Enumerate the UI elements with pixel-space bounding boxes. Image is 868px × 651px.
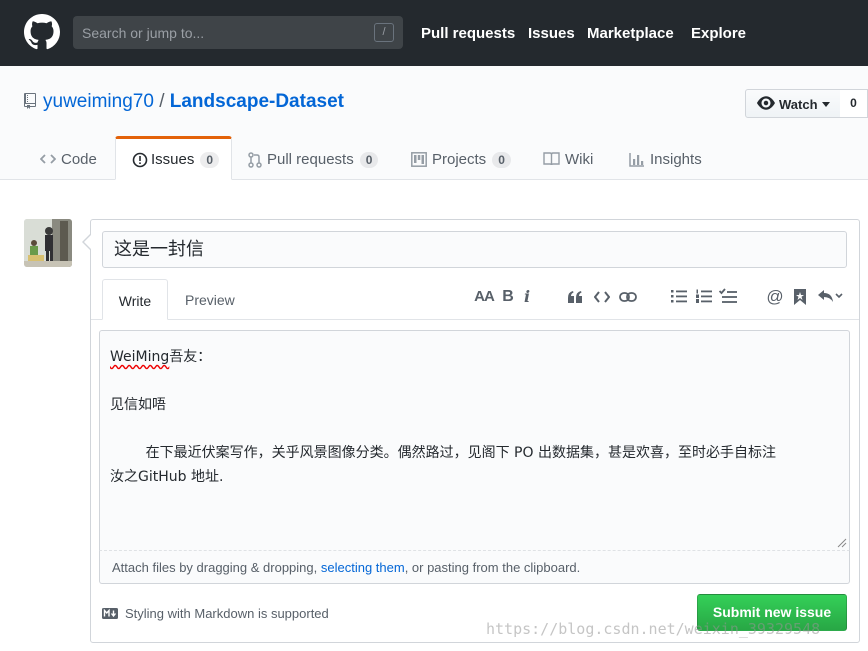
reply-icon[interactable]	[817, 289, 843, 304]
avatar[interactable]	[24, 219, 72, 267]
book-icon	[543, 152, 560, 166]
graph-icon	[629, 153, 644, 167]
eye-icon	[757, 96, 775, 110]
misspelled-word: WeiMing	[110, 349, 170, 365]
attach-suffix: , or pasting from the clipboard.	[404, 560, 581, 575]
mention-button[interactable]: @	[766, 287, 784, 307]
tab-wiki-label: Wiki	[565, 151, 594, 168]
repo-title: yuweiming70 / Landscape-Dataset	[43, 91, 344, 113]
watch-label: Watch	[779, 97, 818, 112]
code-icon[interactable]	[594, 291, 610, 303]
avatar-image	[24, 219, 72, 267]
quote-icon[interactable]	[567, 290, 583, 304]
nav-issues[interactable]: Issues	[528, 25, 575, 42]
github-logo-icon[interactable]	[24, 14, 60, 50]
bold-button[interactable]: B	[500, 287, 516, 307]
tab-pull-requests-count: 0	[359, 152, 379, 168]
tab-insights-label: Insights	[650, 151, 702, 168]
search-shortcut-key: /	[374, 23, 394, 42]
italic-button[interactable]: i	[520, 287, 534, 307]
link-icon[interactable]	[619, 291, 637, 303]
tab-projects[interactable]: Projects 0	[411, 136, 521, 180]
project-icon	[411, 152, 427, 167]
tab-issues[interactable]: Issues 0	[115, 136, 232, 180]
body-line-1: WeiMing吾友：	[110, 349, 212, 365]
resize-handle-icon[interactable]	[837, 538, 847, 548]
nav-marketplace[interactable]: Marketplace	[587, 25, 674, 42]
markdown-icon	[102, 608, 118, 619]
watermark: https://blog.csdn.net/weixin_39329548	[486, 620, 821, 638]
attach-files-dropzone[interactable]: Attach files by dragging & dropping, sel…	[99, 551, 850, 584]
repo-icon	[24, 93, 36, 109]
code-icon	[40, 154, 56, 164]
chevron-down-icon	[822, 102, 830, 107]
tab-pull-requests[interactable]: Pull requests 0	[248, 136, 388, 180]
tab-projects-count: 0	[492, 152, 511, 168]
issue-opened-icon	[132, 152, 148, 168]
repo-owner-link[interactable]: yuweiming70	[43, 91, 154, 112]
search-placeholder: Search or jump to...	[82, 25, 205, 41]
body-line-5: 在下最近伏案写作，关乎风景图像分类。偶然路过，见阁下 PO 出数据集，甚是欢喜，…	[110, 445, 776, 461]
bookmark-icon[interactable]	[794, 289, 806, 305]
nav-explore[interactable]: Explore	[691, 25, 746, 42]
pull-request-icon	[248, 152, 262, 168]
watch-count[interactable]: 0	[840, 89, 868, 118]
watch-button[interactable]: Watch	[745, 89, 841, 118]
ordered-list-icon[interactable]	[696, 289, 712, 304]
tab-wiki[interactable]: Wiki	[543, 136, 613, 180]
header-text-button[interactable]: AA	[473, 287, 495, 307]
select-files-link[interactable]: selecting them	[321, 560, 405, 575]
attach-prefix: Attach files by dragging & dropping,	[112, 560, 321, 575]
repo-name-link[interactable]: Landscape-Dataset	[170, 91, 344, 112]
tab-issues-label: Issues 0	[151, 151, 220, 168]
tab-write[interactable]: Write	[102, 279, 168, 320]
task-list-icon[interactable]	[719, 288, 737, 304]
markdown-note-link[interactable]: Styling with Markdown is supported	[125, 606, 329, 621]
repo-separator: /	[159, 91, 165, 112]
body-line-6: 汝之GitHub 地址.	[110, 469, 224, 485]
tab-issues-count: 0	[200, 152, 220, 168]
tab-preview[interactable]: Preview	[185, 292, 235, 308]
issue-title-input[interactable]: 这是一封信	[102, 231, 847, 268]
nav-pull-requests[interactable]: Pull requests	[421, 25, 515, 42]
tab-projects-label: Projects 0	[432, 151, 511, 168]
unordered-list-icon[interactable]	[671, 289, 687, 304]
body-line-3: 见信如唔	[110, 397, 166, 413]
tab-insights[interactable]: Insights	[629, 136, 719, 180]
tab-pull-requests-label: Pull requests 0	[267, 151, 379, 168]
global-header: Search or jump to... / Pull requests Iss…	[0, 0, 868, 66]
tab-code[interactable]: Code	[40, 136, 110, 180]
tab-code-label: Code	[61, 151, 97, 168]
search-input[interactable]: Search or jump to... /	[73, 16, 403, 49]
comment-pointer-inner	[84, 235, 91, 249]
editor-tab-divider	[91, 319, 859, 320]
issue-body-textarea[interactable]: WeiMing吾友： 见信如唔 在下最近伏案写作，关乎风景图像分类。偶然路过，见…	[99, 330, 850, 551]
